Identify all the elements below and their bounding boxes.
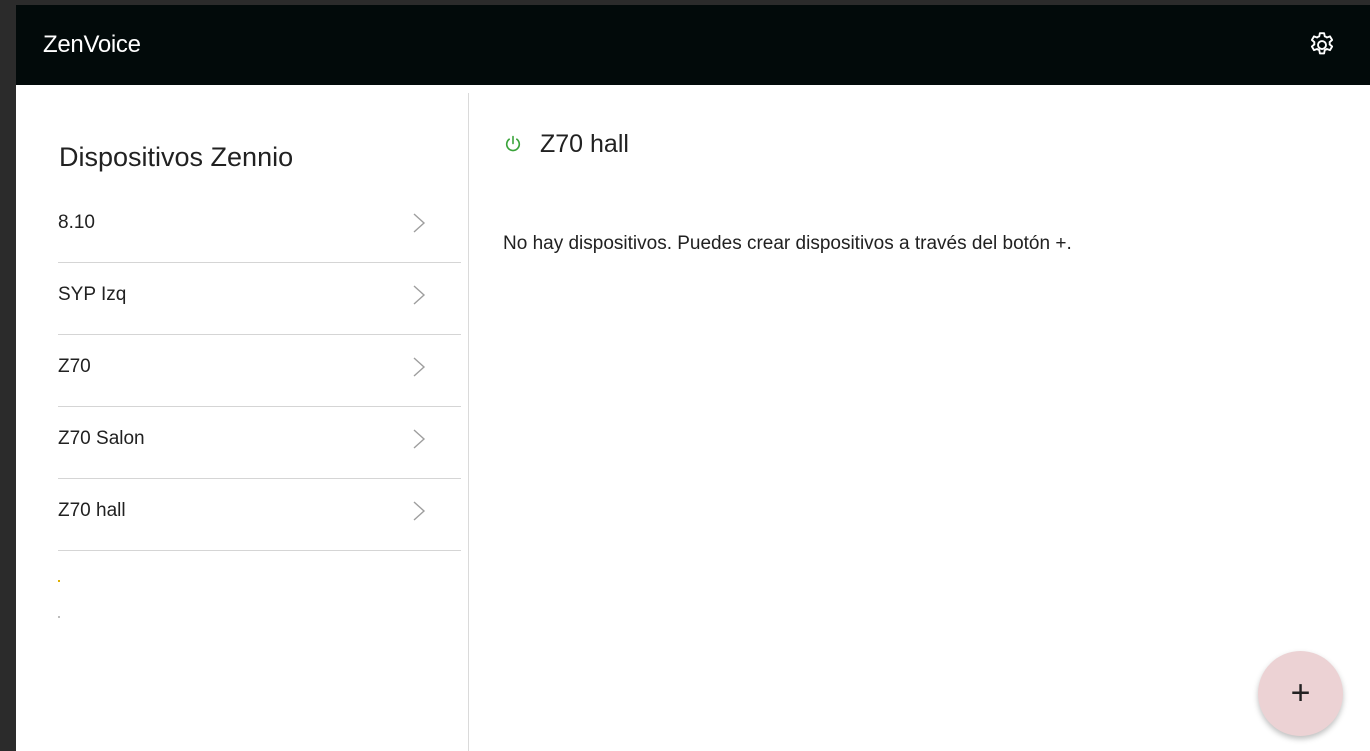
sidebar-title: Dispositivos Zennio bbox=[59, 142, 294, 172]
sidebar-item-z70-salon[interactable]: Z70 Salon bbox=[58, 407, 461, 479]
sidebar-item-label: Z70 hall bbox=[58, 500, 126, 521]
sidebar-item-z70-hall[interactable]: Z70 hall bbox=[58, 479, 461, 551]
chevron-right-icon bbox=[413, 357, 426, 377]
add-device-button[interactable]: + bbox=[1258, 651, 1343, 736]
sidebar-item-label: Z70 bbox=[58, 356, 91, 377]
chevron-right-icon bbox=[413, 213, 426, 233]
sidebar-item-syp-izq[interactable]: SYP Izq bbox=[58, 263, 461, 335]
app-bar: ZenVoice bbox=[16, 5, 1370, 85]
sidebar-item-label: SYP Izq bbox=[58, 284, 127, 305]
device-list: 8.10 SYP Izq Z70 Z70 Salon Z70 hall bbox=[58, 191, 461, 551]
loading-dot bbox=[58, 616, 60, 618]
chevron-right-icon bbox=[413, 285, 426, 305]
plus-icon: + bbox=[1290, 673, 1311, 712]
page-title: Z70 hall bbox=[540, 130, 629, 158]
settings-button[interactable] bbox=[1305, 28, 1339, 62]
device-header: Z70 hall bbox=[503, 128, 629, 160]
chevron-right-icon bbox=[413, 501, 426, 521]
gear-icon bbox=[1310, 32, 1334, 55]
loading-dot bbox=[58, 580, 60, 582]
chevron-right-icon bbox=[413, 429, 426, 449]
app-window: ZenVoice Dispositivos Zennio 8.10 SYP Iz… bbox=[16, 5, 1370, 751]
empty-state-message: No hay dispositivos. Puedes crear dispos… bbox=[503, 233, 1072, 254]
sidebar-item-z70[interactable]: Z70 bbox=[58, 335, 461, 407]
power-icon[interactable] bbox=[503, 134, 523, 154]
sidebar-item-label: Z70 Salon bbox=[58, 428, 145, 449]
sidebar-item-8-10[interactable]: 8.10 bbox=[58, 191, 461, 263]
sidebar-item-label: 8.10 bbox=[58, 212, 95, 233]
app-title: ZenVoice bbox=[43, 31, 141, 58]
sidebar: Dispositivos Zennio 8.10 SYP Izq Z70 Z70… bbox=[16, 93, 469, 751]
